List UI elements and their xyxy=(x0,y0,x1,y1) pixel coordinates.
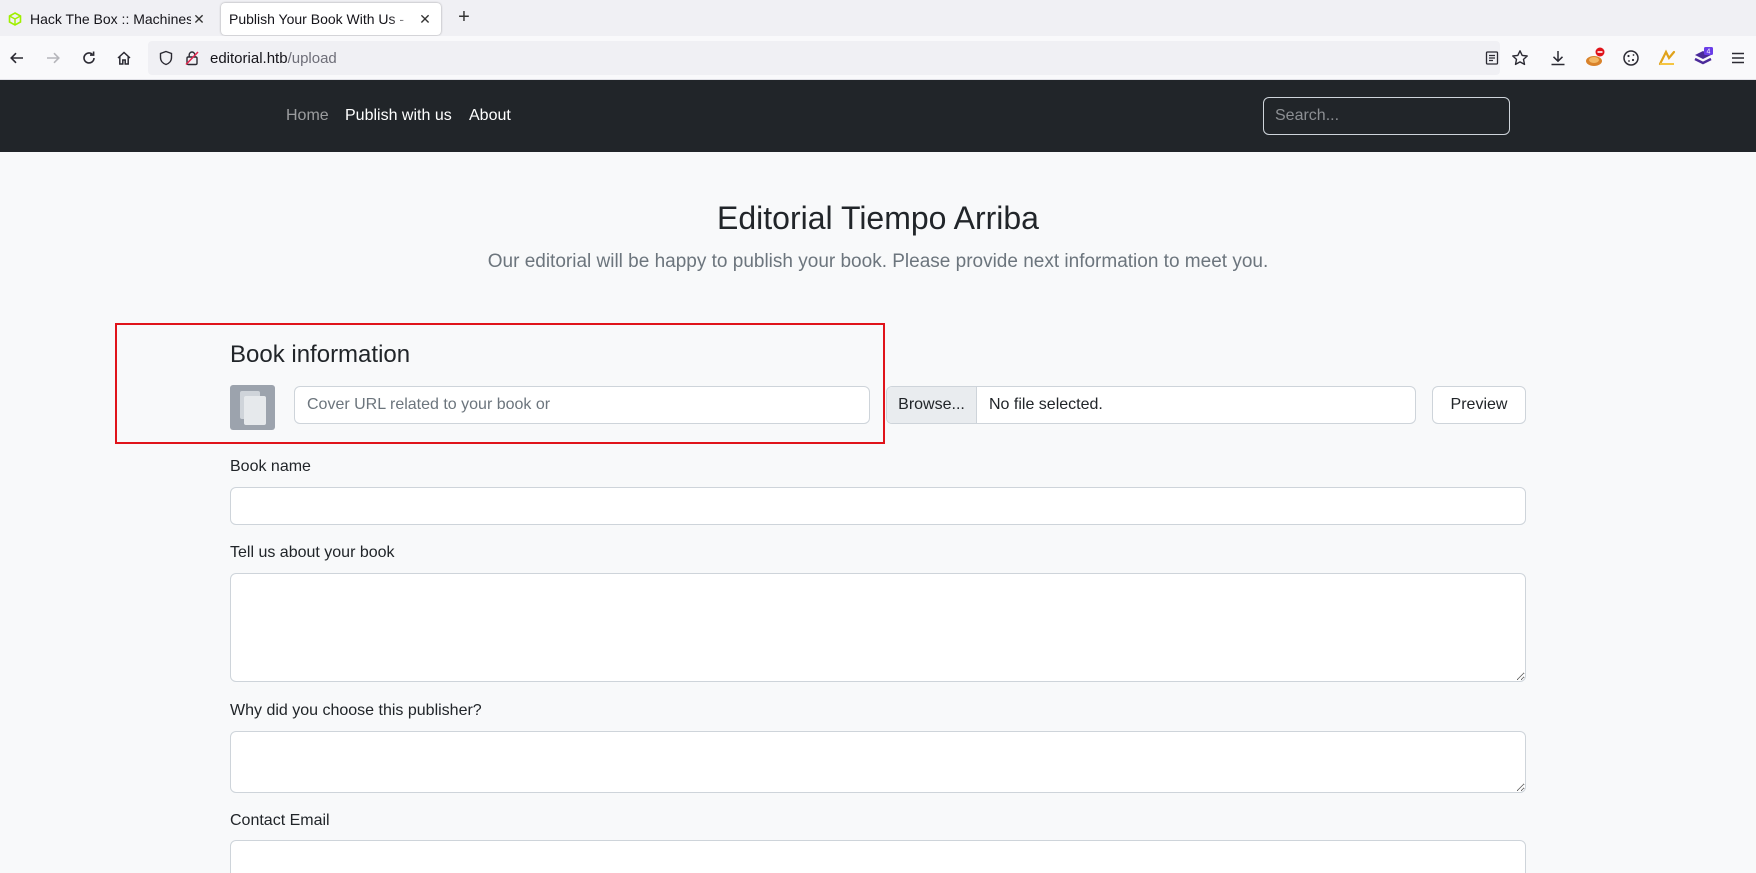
bookmark-star-icon[interactable] xyxy=(1508,46,1532,70)
nav-link-about[interactable]: About xyxy=(469,107,511,125)
close-tab-icon[interactable]: ✕ xyxy=(417,11,433,28)
why-publisher-label: Why did you choose this publisher? xyxy=(230,702,482,719)
site-navbar: Home Publish with us About xyxy=(0,80,1756,152)
book-cover-placeholder-icon xyxy=(230,385,275,430)
preview-button[interactable]: Preview xyxy=(1432,386,1526,424)
about-book-label: Tell us about your book xyxy=(230,544,395,561)
close-tab-icon[interactable]: ✕ xyxy=(191,11,207,28)
browser-tab-bar: Hack The Box :: Machines ✕ Publish Your … xyxy=(0,0,1756,36)
address-bar[interactable]: editorial.htb/upload xyxy=(148,41,1500,75)
why-publisher-textarea[interactable] xyxy=(230,731,1526,793)
reader-view-icon[interactable] xyxy=(1484,50,1500,71)
browser-toolbar: editorial.htb/upload 4 xyxy=(0,36,1756,80)
page-subtitle: Our editorial will be happy to publish y… xyxy=(487,251,1269,272)
nav-link-home[interactable]: Home xyxy=(286,107,329,125)
home-icon[interactable] xyxy=(113,47,135,69)
nav-link-publish[interactable]: Publish with us xyxy=(345,107,452,125)
file-status-text: No file selected. xyxy=(989,396,1103,413)
book-name-input[interactable] xyxy=(230,487,1526,525)
forward-arrow-icon[interactable] xyxy=(42,47,64,69)
section-title-book-information: Book information xyxy=(230,341,411,368)
url-text: editorial.htb/upload xyxy=(210,50,337,67)
back-arrow-icon[interactable] xyxy=(6,47,28,69)
shield-icon[interactable] xyxy=(158,50,174,71)
insecure-lock-icon[interactable] xyxy=(184,50,200,71)
tab-title: Publish Your Book With Us - xyxy=(229,11,405,27)
menu-hamburger-icon[interactable] xyxy=(1726,46,1750,70)
cover-url-input[interactable] xyxy=(294,386,870,424)
contact-email-label: Contact Email xyxy=(230,812,330,829)
extension-blocker-icon[interactable] xyxy=(1583,46,1607,70)
tab-publish-your-book[interactable]: Publish Your Book With Us - ✕ xyxy=(221,3,441,35)
foxyproxy-icon[interactable]: 4 xyxy=(1691,46,1715,70)
browse-button[interactable]: Browse... xyxy=(887,387,977,423)
file-input-group[interactable]: Browse... No file selected. xyxy=(886,386,1416,424)
url-host: editorial.htb xyxy=(210,50,288,67)
reload-icon[interactable] xyxy=(78,47,100,69)
new-tab-plus-icon[interactable]: + xyxy=(452,6,476,30)
contact-email-input[interactable] xyxy=(230,840,1526,873)
cookie-icon[interactable] xyxy=(1619,46,1643,70)
page-title: Editorial Tiempo Arriba xyxy=(717,200,1039,236)
extension-badge-count: 4 xyxy=(1707,49,1711,56)
about-book-textarea[interactable] xyxy=(230,573,1526,682)
site-search-input[interactable] xyxy=(1263,97,1510,135)
wappalyzer-icon[interactable] xyxy=(1655,46,1679,70)
url-path: /upload xyxy=(287,50,337,67)
downloads-icon[interactable] xyxy=(1546,46,1570,70)
book-name-label: Book name xyxy=(230,458,311,475)
tab-title: Hack The Box :: Machines xyxy=(30,11,191,27)
hackthebox-icon xyxy=(8,12,22,26)
tab-hack-the-box[interactable]: Hack The Box :: Machines ✕ xyxy=(0,3,215,35)
